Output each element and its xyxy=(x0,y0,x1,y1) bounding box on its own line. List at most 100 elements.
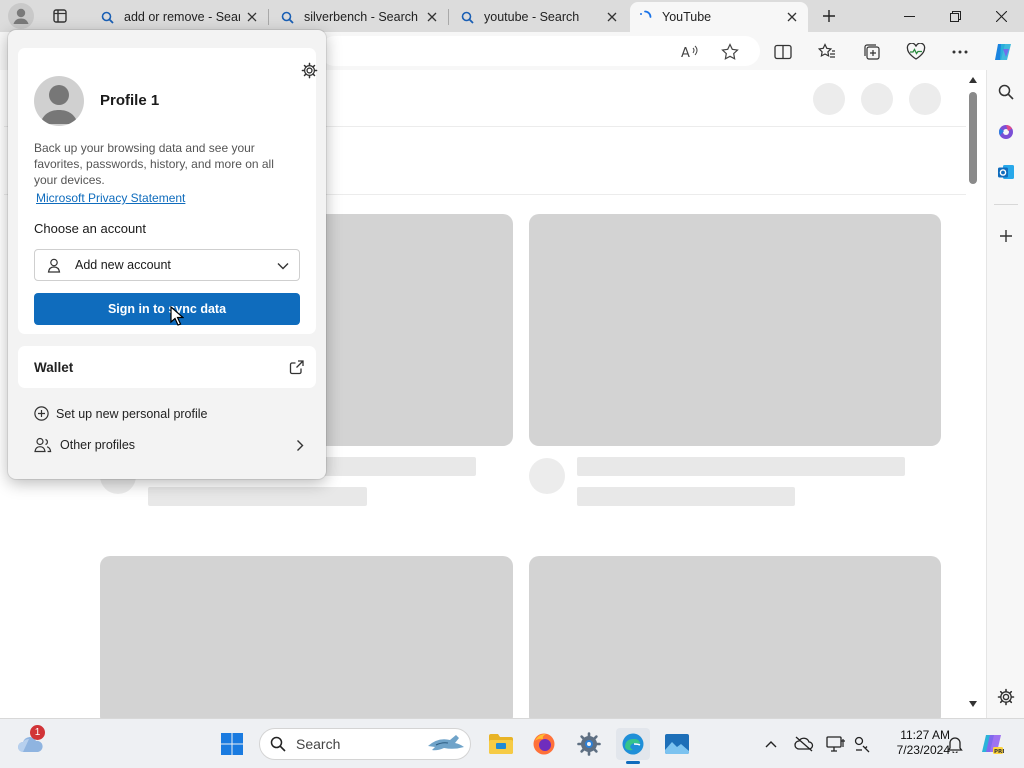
file-explorer-button[interactable] xyxy=(484,728,518,760)
copilot-taskbar-button[interactable]: PRE xyxy=(976,728,1008,760)
gear-icon xyxy=(997,688,1015,706)
photos-icon xyxy=(665,734,689,754)
other-profiles-item[interactable]: Other profiles xyxy=(34,437,304,453)
search-icon xyxy=(270,736,286,752)
favorites-icon xyxy=(818,43,835,58)
sidebar-office-button[interactable] xyxy=(992,118,1020,146)
read-aloud-icon: A xyxy=(681,45,698,60)
avatar-icon xyxy=(40,85,78,124)
network-icon xyxy=(854,736,870,753)
scroll-up-icon[interactable] xyxy=(968,76,978,84)
network-tray-button[interactable] xyxy=(848,728,876,760)
account-dropdown[interactable]: Add new account xyxy=(34,249,300,281)
tab-label: YouTube xyxy=(662,10,712,24)
sidebar-divider xyxy=(994,204,1018,205)
meta-placeholder xyxy=(577,487,795,506)
close-icon[interactable] xyxy=(424,9,440,25)
new-tab-button[interactable] xyxy=(815,3,843,29)
favorites-button[interactable] xyxy=(813,38,841,66)
split-screen-button[interactable] xyxy=(769,38,797,66)
outlook-icon xyxy=(998,165,1014,179)
sidebar-settings-button[interactable] xyxy=(992,683,1020,711)
bell-icon xyxy=(947,737,963,753)
page-scrollbar[interactable] xyxy=(966,70,980,718)
sidebar-add-button[interactable] xyxy=(992,222,1020,250)
search-icon xyxy=(460,10,474,24)
header-placeholder-circle xyxy=(813,83,845,115)
split-screen-icon xyxy=(774,44,792,60)
display-tray-button[interactable] xyxy=(822,728,850,760)
favorite-star-button[interactable] xyxy=(716,38,744,66)
taskbar-search-placeholder: Search xyxy=(296,736,341,752)
copilot-icon: PRE xyxy=(982,735,1004,755)
settings-and-more-button[interactable] xyxy=(946,38,974,66)
heart-pulse-icon xyxy=(906,43,926,60)
wallet-card[interactable]: Wallet xyxy=(18,346,316,388)
photos-app-button[interactable] xyxy=(660,728,694,760)
restore-button[interactable] xyxy=(932,0,978,32)
tab-youtube[interactable]: YouTube xyxy=(630,2,808,32)
windows-taskbar: 1 Search 11:27 AM 7/23/2024 PR xyxy=(0,718,1024,768)
svg-text:A: A xyxy=(681,46,690,60)
profile-avatar-button[interactable] xyxy=(8,3,34,29)
profile-flyout: Profile 1 Back up your browsing data and… xyxy=(8,30,326,479)
edge-icon xyxy=(622,733,644,755)
clock-date: 7/23/2024 xyxy=(896,743,950,757)
monitor-icon xyxy=(826,736,845,752)
meta-placeholder xyxy=(148,487,367,506)
collections-button[interactable] xyxy=(858,38,886,66)
close-icon[interactable] xyxy=(784,9,800,25)
video-thumbnail-placeholder xyxy=(529,214,941,446)
tab-actions-icon xyxy=(53,9,67,23)
copilot-button[interactable] xyxy=(989,38,1017,66)
browser-essentials-button[interactable] xyxy=(902,38,930,66)
external-link-icon[interactable] xyxy=(289,359,305,375)
sign-in-sync-button[interactable]: Sign in to sync data xyxy=(34,293,300,325)
close-icon[interactable] xyxy=(244,9,260,25)
gear-icon xyxy=(301,62,317,78)
minimize-button[interactable] xyxy=(886,0,932,32)
more-icon xyxy=(952,50,968,54)
weather-widget[interactable]: 1 xyxy=(14,725,48,760)
privacy-statement-link[interactable]: Microsoft Privacy Statement xyxy=(36,191,185,205)
scroll-down-icon[interactable] xyxy=(968,700,978,708)
avatar-icon xyxy=(13,8,29,24)
tab-label: youtube - Search xyxy=(484,10,580,24)
restore-icon xyxy=(949,10,961,22)
sidebar-search-button[interactable] xyxy=(992,78,1020,106)
plus-icon xyxy=(1000,230,1012,242)
tab-divider xyxy=(448,9,449,25)
firefox-icon xyxy=(533,733,555,755)
settings-app-button[interactable] xyxy=(572,728,606,760)
close-icon[interactable] xyxy=(604,9,620,25)
firefox-button[interactable] xyxy=(527,728,561,760)
svg-text:PRE: PRE xyxy=(994,749,1004,755)
notifications-button[interactable] xyxy=(941,728,969,760)
taskbar-search-box[interactable]: Search xyxy=(259,728,471,760)
windows-logo-icon xyxy=(221,733,243,755)
channel-avatar-placeholder xyxy=(529,458,565,494)
read-aloud-button[interactable]: A xyxy=(676,38,704,66)
video-thumbnail-placeholder xyxy=(100,556,513,718)
plus-icon xyxy=(823,10,835,22)
new-personal-profile-item[interactable]: Set up new personal profile xyxy=(34,406,207,421)
show-hidden-icons-button[interactable] xyxy=(757,728,785,760)
browser-window: add or remove - Search silverbench - Sea… xyxy=(0,0,1024,768)
search-icon xyxy=(280,10,294,24)
star-icon xyxy=(721,43,739,60)
system-clock[interactable]: 11:27 AM 7/23/2024 xyxy=(880,728,950,760)
video-thumbnail-placeholder xyxy=(529,556,941,718)
tab-youtube-search[interactable]: youtube - Search xyxy=(452,2,628,32)
scrollbar-thumb[interactable] xyxy=(969,92,977,184)
sidebar-outlook-button[interactable] xyxy=(992,158,1020,186)
tab-add-or-remove[interactable]: add or remove - Search xyxy=(92,2,268,32)
edge-taskbar-button[interactable] xyxy=(616,728,650,764)
close-window-button[interactable] xyxy=(978,0,1024,32)
onedrive-tray-button[interactable] xyxy=(790,728,818,760)
profile-settings-button[interactable] xyxy=(296,57,322,83)
tab-actions-button[interactable] xyxy=(46,3,74,29)
tab-silverbench[interactable]: silverbench - Search xyxy=(272,2,448,32)
copilot-icon xyxy=(995,44,1011,60)
start-button[interactable] xyxy=(215,728,249,760)
clock-time: 11:27 AM xyxy=(900,728,950,742)
